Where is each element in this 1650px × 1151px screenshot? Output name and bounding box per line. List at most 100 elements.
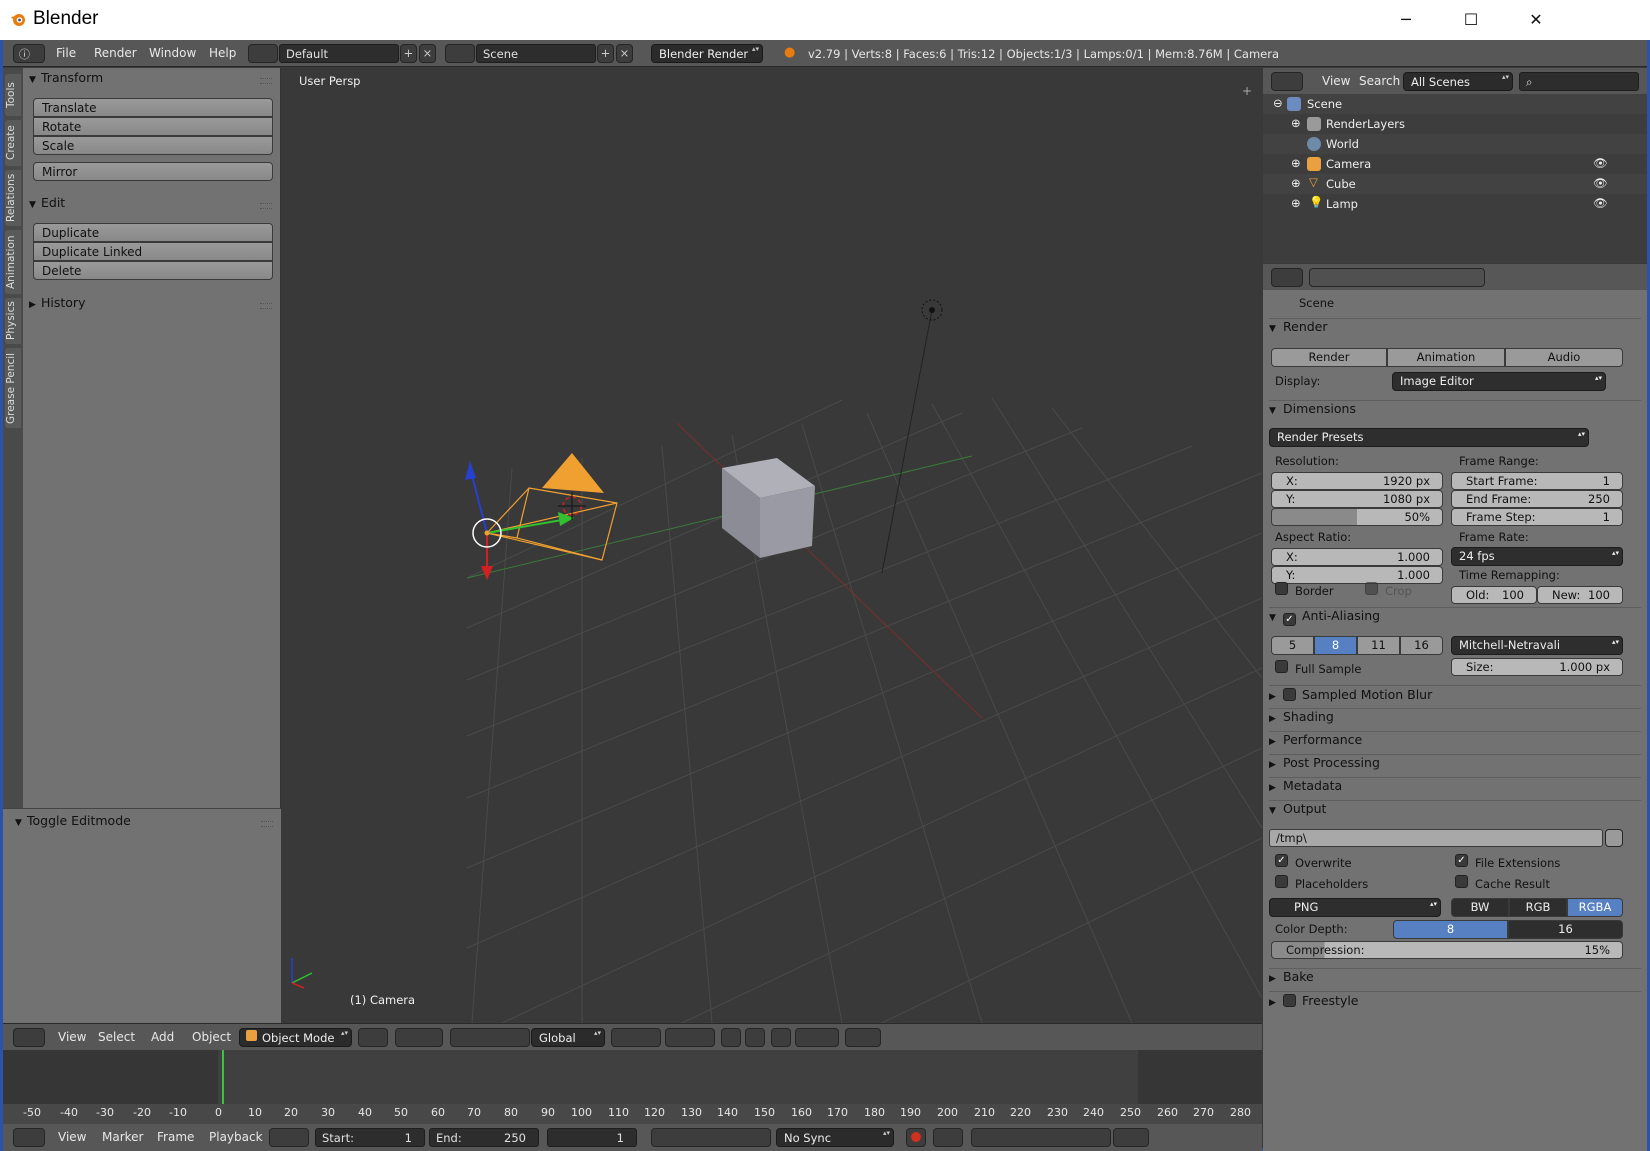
- menu-tl-view[interactable]: View: [58, 1130, 86, 1144]
- resolution-percentage-slider[interactable]: 50%: [1271, 508, 1443, 526]
- crop-checkbox[interactable]: [1365, 582, 1378, 595]
- shading-mode-icon[interactable]: [358, 1028, 388, 1047]
- motion-blur-checkbox[interactable]: [1283, 688, 1296, 701]
- menu-add[interactable]: Add: [151, 1030, 174, 1044]
- properties-toggle-icon[interactable]: +: [1242, 84, 1252, 98]
- aa-samples-16[interactable]: 16: [1400, 636, 1443, 655]
- time-remap-old-field[interactable]: Old: 100: [1451, 586, 1537, 604]
- outliner-search-menu[interactable]: Search: [1359, 74, 1400, 88]
- end-frame-field[interactable]: End Frame: 250: [1451, 490, 1623, 508]
- file-format-select[interactable]: PNG: [1269, 898, 1441, 917]
- cache-result-checkbox[interactable]: [1455, 875, 1468, 888]
- anti-aliasing-checkbox[interactable]: ✓: [1283, 613, 1296, 626]
- duplicate-button[interactable]: Duplicate: [33, 223, 273, 242]
- panel-grip-icon[interactable]: [260, 203, 272, 209]
- output-path-field[interactable]: /tmp\: [1269, 829, 1603, 847]
- maximize-button[interactable]: ☐: [1451, 6, 1491, 34]
- outliner-display-select[interactable]: All Scenes: [1403, 72, 1513, 91]
- menu-render[interactable]: Render: [94, 46, 137, 60]
- properties-context-tabs[interactable]: [1309, 268, 1485, 287]
- end-frame-field[interactable]: End: 250: [429, 1128, 539, 1147]
- panel-grip-icon[interactable]: [261, 821, 273, 827]
- add-scene-icon[interactable]: +: [597, 44, 614, 63]
- menu-view[interactable]: View: [58, 1030, 86, 1044]
- snap-icon[interactable]: [771, 1028, 791, 1047]
- aa-samples-5[interactable]: 5: [1271, 636, 1314, 655]
- anti-aliasing-panel-header[interactable]: ▼ ✓ Anti-Aliasing: [1269, 607, 1641, 627]
- eye-icon[interactable]: 👁: [1593, 156, 1608, 170]
- mirror-button[interactable]: Mirror: [33, 162, 273, 181]
- insert-keyframe-icons[interactable]: [1113, 1128, 1149, 1147]
- aa-samples-11[interactable]: 11: [1357, 636, 1400, 655]
- outliner-row-renderlayers[interactable]: ⊕ RenderLayers: [1263, 114, 1647, 134]
- dimensions-panel-header[interactable]: ▼ Dimensions: [1269, 400, 1641, 420]
- current-frame-marker[interactable]: [222, 1050, 224, 1104]
- render-presets-select[interactable]: Render Presets: [1269, 428, 1589, 447]
- eye-icon[interactable]: 👁: [1593, 196, 1608, 210]
- menu-object[interactable]: Object: [192, 1030, 231, 1044]
- aspect-x-field[interactable]: X: 1.000: [1271, 548, 1443, 566]
- color-bw-button[interactable]: BW: [1451, 898, 1509, 917]
- editor-type-properties-button[interactable]: [1271, 268, 1303, 287]
- tab-tools[interactable]: Tools: [5, 74, 21, 116]
- start-frame-field[interactable]: Start Frame: 1: [1451, 472, 1623, 490]
- resolution-x-field[interactable]: X: 1920 px: [1271, 472, 1443, 490]
- duplicate-linked-button[interactable]: Duplicate Linked: [33, 242, 273, 261]
- panel-grip-icon[interactable]: [260, 78, 272, 84]
- menu-window[interactable]: Window: [149, 46, 196, 60]
- 3d-viewport[interactable]: User Persp (1) Camera +: [282, 68, 1262, 1023]
- bake-panel-header[interactable]: ▶ Bake: [1269, 968, 1641, 988]
- close-window-button[interactable]: ✕: [1516, 6, 1556, 34]
- editor-type-outliner-button[interactable]: [1271, 72, 1303, 91]
- eye-icon[interactable]: 👁: [1593, 176, 1608, 190]
- color-rgb-button[interactable]: RGB: [1509, 898, 1567, 917]
- motion-blur-panel-header[interactable]: ▶ Sampled Motion Blur: [1269, 685, 1641, 705]
- audio-button[interactable]: Audio: [1505, 348, 1623, 367]
- frame-rate-select[interactable]: 24 fps: [1451, 547, 1623, 566]
- outliner-row-scene[interactable]: ⊖ Scene: [1263, 94, 1647, 114]
- layers-icon-2[interactable]: [665, 1028, 715, 1047]
- tab-create[interactable]: Create: [5, 120, 21, 166]
- outliner-view-menu[interactable]: View: [1322, 74, 1350, 88]
- shading-panel-header[interactable]: ▶ Shading: [1269, 708, 1641, 728]
- placeholders-checkbox[interactable]: [1275, 875, 1288, 888]
- color-depth-8-button[interactable]: 8: [1393, 920, 1508, 939]
- start-frame-field[interactable]: Start: 1: [315, 1128, 425, 1147]
- aspect-y-field[interactable]: Y: 1.000: [1271, 566, 1443, 584]
- outliner-row-world[interactable]: World: [1263, 134, 1647, 154]
- toggle-editmode-header[interactable]: ▼ Toggle Editmode: [15, 813, 131, 833]
- menu-marker[interactable]: Marker: [102, 1130, 143, 1144]
- outliner-row-lamp[interactable]: ⊕ 💡 Lamp 👁: [1263, 194, 1647, 214]
- menu-help[interactable]: Help: [209, 46, 236, 60]
- screen-layout-icon[interactable]: [248, 44, 278, 63]
- freestyle-checkbox[interactable]: [1283, 994, 1296, 1007]
- sync-mode-select[interactable]: No Sync: [776, 1128, 894, 1147]
- keying-icon[interactable]: [933, 1128, 963, 1147]
- record-icon[interactable]: [906, 1128, 926, 1147]
- border-checkbox[interactable]: [1275, 582, 1288, 595]
- transform-orientation-select[interactable]: Global: [531, 1028, 605, 1047]
- menu-playback[interactable]: Playback: [209, 1130, 263, 1144]
- filter-size-field[interactable]: Size: 1.000 px: [1451, 658, 1623, 676]
- compression-slider[interactable]: Compression: 15%: [1271, 941, 1623, 959]
- output-panel-header[interactable]: ▼ Output: [1269, 800, 1641, 820]
- animation-button[interactable]: Animation: [1387, 348, 1505, 367]
- scene-icon[interactable]: [445, 44, 475, 63]
- transform-panel-header[interactable]: ▼ Transform: [29, 70, 103, 90]
- lock-camera-icon[interactable]: [721, 1028, 741, 1047]
- menu-frame[interactable]: Frame: [157, 1130, 194, 1144]
- folder-icon[interactable]: [1605, 829, 1623, 847]
- rotate-button[interactable]: Rotate: [33, 117, 273, 136]
- menu-file[interactable]: File: [56, 46, 76, 60]
- keying-set-field[interactable]: [971, 1128, 1111, 1147]
- playback-controls-icons[interactable]: [651, 1128, 771, 1147]
- current-frame-field[interactable]: 1: [547, 1128, 637, 1147]
- outliner-search-field[interactable]: ⌕: [1519, 72, 1639, 91]
- remove-scene-icon[interactable]: ×: [616, 44, 633, 63]
- metadata-panel-header[interactable]: ▶ Metadata: [1269, 777, 1641, 797]
- file-extensions-checkbox[interactable]: ✓: [1455, 854, 1468, 867]
- render-panel-header[interactable]: ▼ Render: [1269, 318, 1641, 338]
- aa-samples-8[interactable]: 8: [1314, 636, 1357, 655]
- preview-range-icon[interactable]: [269, 1128, 309, 1147]
- scale-button[interactable]: Scale: [33, 136, 273, 155]
